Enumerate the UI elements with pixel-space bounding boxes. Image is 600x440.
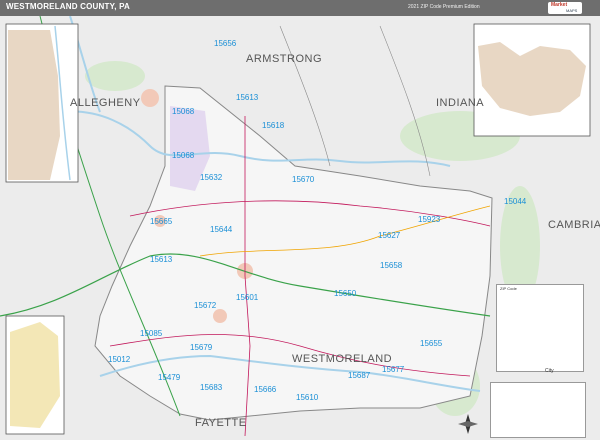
zip-label: 15923 [418, 215, 441, 224]
zip-label: 15601 [236, 293, 259, 302]
zip-label: 15665 [150, 217, 173, 226]
logo-text: Market [551, 2, 568, 8]
map-title: WESTMORELAND COUNTY, PA [6, 2, 131, 11]
zip-label: 15672 [194, 301, 217, 310]
zip-label: 15627 [378, 231, 401, 240]
inset-northeast-town [473, 23, 591, 137]
zip-label: 15613 [236, 93, 259, 102]
inset-west-city [5, 23, 79, 183]
zip-label: 15613 [150, 255, 173, 264]
edition-label: 2021 ZIP Code Premium Edition [408, 4, 480, 10]
zip-label: 15632 [200, 173, 223, 182]
scale-label: City [545, 368, 554, 374]
zip-label: 15618 [262, 121, 285, 130]
zip-label: 15679 [190, 343, 213, 352]
county-label-indiana: INDIANA [436, 97, 484, 109]
zip-label: 15670 [292, 175, 315, 184]
zip-label: 15650 [334, 289, 357, 298]
zip-label: 15677 [382, 365, 405, 374]
county-label-westmoreland: WESTMORELAND [292, 353, 392, 365]
title-bar: WESTMORELAND COUNTY, PA 2021 ZIP Code Pr… [0, 0, 600, 16]
zip-label: 15656 [214, 39, 237, 48]
zip-label: 15044 [504, 197, 527, 206]
zip-label: 15687 [348, 371, 371, 380]
zip-index-title: ZIP Code [500, 286, 517, 291]
county-label-cambria: CAMBRIA [548, 219, 600, 231]
zip-label: 15610 [296, 393, 319, 402]
zip-label: 15655 [420, 339, 443, 348]
zip-label: 15068 [172, 107, 195, 116]
zip-label: 15012 [108, 355, 131, 364]
map-legend [490, 382, 586, 438]
county-label-allegheny: ALLEGHENY [70, 97, 141, 109]
zip-label: 15085 [140, 329, 163, 338]
inset-southwest-city [5, 315, 65, 435]
county-label-fayette: FAYETTE [195, 417, 247, 429]
zip-label: 15666 [254, 385, 277, 394]
zip-label: 15068 [172, 151, 195, 160]
zip-label: 15683 [200, 383, 223, 392]
zip-label: 15658 [380, 261, 403, 270]
zip-label: 15644 [210, 225, 233, 234]
county-label-armstrong: ARMSTRONG [246, 53, 322, 65]
zip-index-table [496, 284, 584, 372]
county-map: ARMSTRONG INDIANA CAMBRIA WESTMORELAND F… [0, 16, 600, 440]
logo-subtext: MAPS [566, 8, 578, 13]
zip-label: 15479 [158, 373, 181, 382]
